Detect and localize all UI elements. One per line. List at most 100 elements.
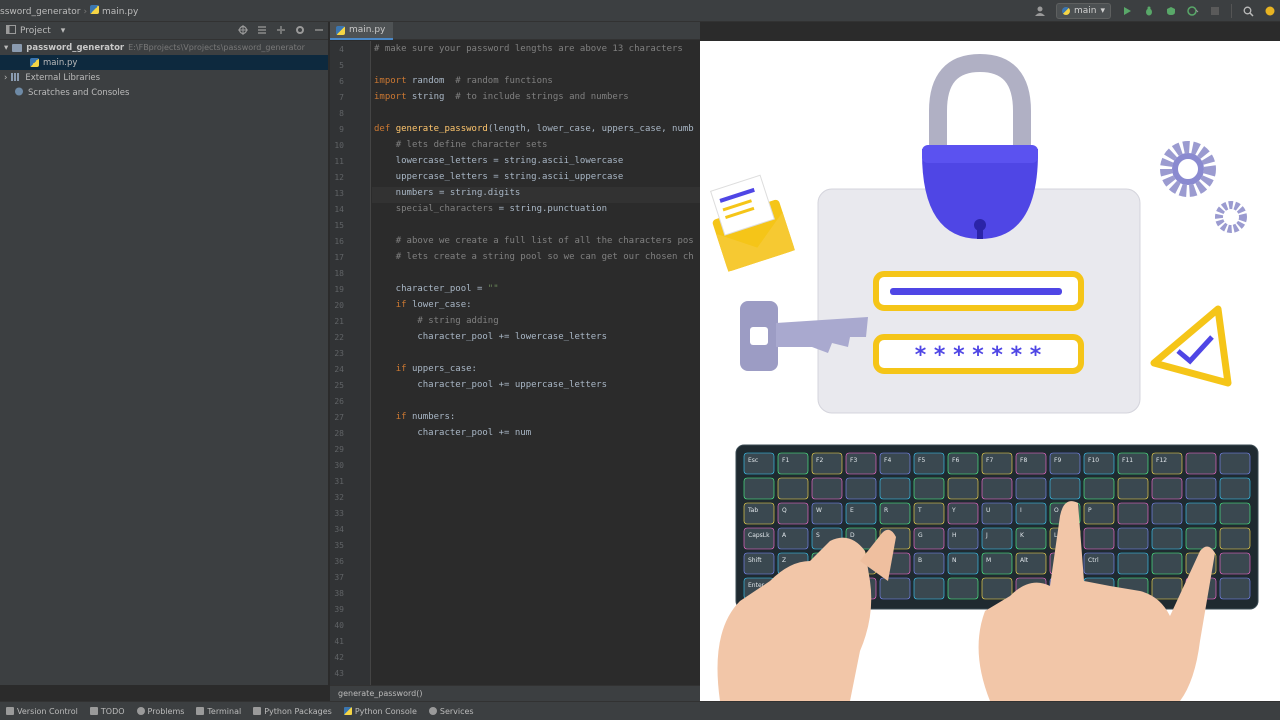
code-line[interactable]: numbers = string.digits [374,188,521,198]
list-icon [89,707,98,715]
code-line[interactable]: character_pool += lowercase_letters [374,332,607,342]
editor-breadcrumb-bar: generate_password() [330,685,700,701]
illustration-svg: * * * * * * * Esc F1 F2 F3 F4 F5 F6 F7 F… [710,53,1259,701]
line-number: 41 [334,637,344,646]
line-number: 23 [334,349,344,358]
code-line[interactable]: # make sure your password lengths are ab… [374,44,683,54]
key-label: F8 [1020,457,1027,464]
breadcrumb-file[interactable]: main.py [102,7,138,17]
project-view-icon [6,24,16,37]
python-file-icon [30,58,39,67]
tree-item-label: External Libraries [25,72,101,83]
line-number: 29 [334,445,344,454]
line-number: 9 [339,125,344,134]
services-tool[interactable]: Services [428,707,474,716]
code-line[interactable]: if numbers: [374,412,456,422]
tool-label: Python Packages [264,706,332,716]
expand-all-icon[interactable] [257,25,267,38]
profile-icon[interactable] [1187,5,1199,17]
keyboard-key [1219,552,1251,575]
password-mask: * * * * * * * [915,343,1042,368]
version-control-tool[interactable]: Version Control [6,707,78,716]
key-label: O [1054,507,1059,514]
code-line[interactable]: character_pool = "" [374,284,499,294]
line-number: 18 [334,269,344,278]
function-breadcrumb[interactable]: generate_password() [338,689,422,698]
python-console-tool[interactable]: Python Console [343,706,417,716]
keyboard-key [947,577,979,600]
line-number: 40 [334,621,344,630]
tab-main-py[interactable]: main.py [330,22,394,40]
locate-icon[interactable] [238,25,248,38]
padlock-icon [922,53,1038,239]
branch-selector[interactable]: main ▾ [1055,3,1111,19]
search-icon[interactable] [1242,5,1254,17]
code-line[interactable]: # lets define character sets [374,140,548,150]
keyboard-key [1117,552,1149,575]
tree-item-scratches[interactable]: Scratches and Consoles [0,85,328,100]
key-label: F3 [850,457,857,464]
updates-icon[interactable] [1264,5,1276,17]
tree-item-external-libraries[interactable]: › External Libraries [0,70,328,85]
line-number: 5 [339,61,344,70]
code-editor[interactable]: # make sure your password lengths are ab… [372,41,700,685]
code-line[interactable]: character_pool += num [374,428,531,438]
chevron-down-icon[interactable]: ▾ [4,43,8,53]
code-line[interactable]: if uppers_case: [374,364,477,374]
run-icon[interactable] [1121,5,1133,17]
hide-icon[interactable] [314,25,324,38]
line-number: 39 [334,605,344,614]
code-line[interactable]: import string # to include strings and n… [374,92,629,102]
keyboard-key [1049,477,1081,500]
todo-tool[interactable]: TODO [89,706,125,716]
collapse-all-icon[interactable] [276,25,286,38]
coverage-icon[interactable] [1165,5,1177,17]
folder-icon [12,43,23,52]
chevron-right-icon[interactable]: › [4,73,7,83]
code-line[interactable]: def generate_password(length, lower_case… [374,124,694,134]
title-bar: ssword_generator › main.py main ▾ [0,0,1280,22]
code-line[interactable]: character_pool += uppercase_letters [374,380,607,390]
stop-icon[interactable] [1209,5,1221,17]
line-number: 32 [334,493,344,502]
chevron-down-icon[interactable]: ▾ [61,26,66,36]
line-number: 35 [334,541,344,550]
key-label: Alt [1020,557,1029,564]
line-number: 11 [334,157,344,166]
code-line[interactable]: uppercase_letters = string.ascii_upperca… [374,172,624,182]
key-label: Z [782,557,786,564]
code-line[interactable]: # lets create a string pool so we can ge… [374,252,694,262]
line-number: 4 [339,45,344,54]
terminal-tool[interactable]: Terminal [196,707,241,716]
python-packages-tool[interactable]: Python Packages [253,707,332,716]
gear-icon[interactable] [295,25,305,38]
tab-label: main.py [349,25,386,35]
code-line[interactable]: lowercase_letters = string.ascii_lowerca… [374,156,624,166]
line-number: 36 [334,557,344,566]
keyboard-key [1219,477,1251,500]
line-number: 31 [334,477,344,486]
code-line[interactable]: if lower_case: [374,300,472,310]
tool-label: TODO [100,706,125,716]
key-label: Ctrl [1088,557,1099,564]
user-icon[interactable] [1034,5,1046,17]
breadcrumb-project[interactable]: ssword_generator [0,7,80,17]
tree-root[interactable]: ▾ password_generator E:\FBprojects\Vproj… [0,40,328,55]
library-icon [11,72,21,84]
key-label: F1 [782,457,789,464]
code-line[interactable]: special_characters = string.punctuation [374,204,607,214]
code-line[interactable]: # string adding [374,316,498,326]
problems-tool[interactable]: Problems [136,707,184,716]
line-number-gutter: 4 5 6 7 8 9 10 11 12 13 14 15 16 17 18 19 20 21 22 23 24 25 26… [330,41,371,685]
code-line[interactable]: # above we create a full list of all the… [374,236,694,246]
code-line[interactable]: import random # random functions [374,76,553,86]
key-label: Esc [748,457,758,464]
debug-icon[interactable] [1143,5,1155,17]
tree-item-main-py[interactable]: main.py [0,55,328,70]
project-panel-title[interactable]: Project [20,26,51,36]
root-folder-path: E:\FBprojects\Vprojects\password_generat… [128,43,305,52]
keyboard-key [1185,502,1217,525]
branch-name: main [1073,6,1097,16]
tool-label: Python Console [354,706,417,716]
line-number: 42 [334,653,344,662]
